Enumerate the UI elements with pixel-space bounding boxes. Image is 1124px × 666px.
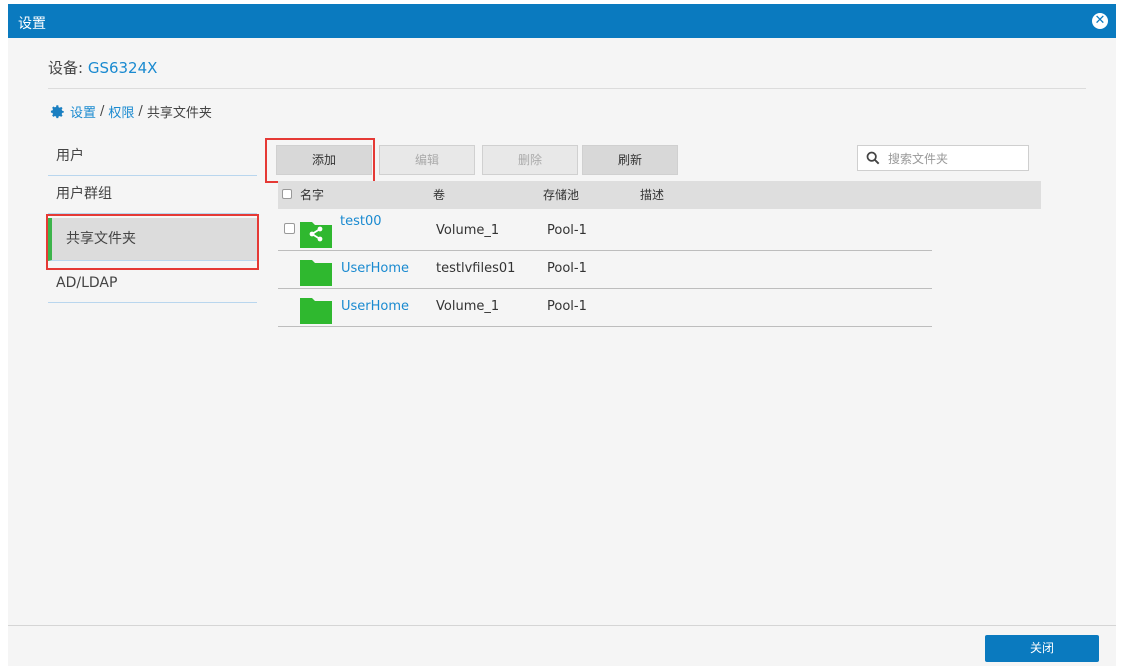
sidebar-item-user-groups[interactable]: 用户群组 <box>48 176 257 214</box>
breadcrumb-separator: / <box>138 104 143 119</box>
breadcrumb-permissions[interactable]: 权限 <box>108 102 134 121</box>
folder-name[interactable]: UserHome <box>341 250 409 288</box>
sidebar-item-shared-folders[interactable]: 共享文件夹 <box>48 218 257 261</box>
divider <box>48 88 1086 89</box>
folder-name[interactable]: test00 <box>340 203 382 241</box>
table-header: 名字 卷 存储池 描述 <box>278 181 1041 209</box>
table-row[interactable]: UserHome testlvfiles01 Pool-1 <box>278 250 932 289</box>
search-box <box>857 145 1029 171</box>
breadcrumb-settings[interactable]: 设置 <box>70 102 96 121</box>
window-title: 设置 <box>18 16 46 32</box>
edit-button[interactable]: 编辑 <box>379 145 475 175</box>
settings-dialog: 设置 ✕ 设备: GS6324X 设置 / 权限 / 共享文件夹 用户 用户群组… <box>8 4 1116 666</box>
folder-volume: Volume_1 <box>436 299 500 314</box>
close-button[interactable]: 关闭 <box>985 635 1099 662</box>
folder-pool: Pool-1 <box>547 223 587 238</box>
folder-name[interactable]: UserHome <box>341 288 409 326</box>
folder-pool: Pool-1 <box>547 261 587 276</box>
sidebar-item-ad-ldap[interactable]: AD/LDAP <box>48 265 257 303</box>
column-name[interactable]: 名字 <box>300 181 324 209</box>
title-bar: 设置 ✕ <box>8 4 1116 38</box>
folder-volume: Volume_1 <box>436 223 500 238</box>
refresh-button[interactable]: 刷新 <box>582 145 678 175</box>
shared-folder-icon <box>300 222 332 248</box>
footer-divider <box>8 625 1116 626</box>
gear-icon <box>50 104 64 118</box>
device-label: 设备: <box>48 59 88 77</box>
device-info: 设备: GS6324X <box>48 57 157 78</box>
folder-volume: testlvfiles01 <box>436 261 516 276</box>
folder-pool: Pool-1 <box>547 299 587 314</box>
folder-icon <box>300 298 332 324</box>
close-icon[interactable]: ✕ <box>1092 13 1108 29</box>
breadcrumb: 设置 / 权限 / 共享文件夹 <box>48 102 212 121</box>
breadcrumb-current: 共享文件夹 <box>146 106 212 121</box>
row-checkbox[interactable] <box>284 212 295 250</box>
table-row[interactable]: UserHome Volume_1 Pool-1 <box>278 288 932 327</box>
table-row[interactable]: test00 Volume_1 Pool-1 <box>278 212 932 251</box>
breadcrumb-separator: / <box>100 104 105 119</box>
column-volume[interactable]: 卷 <box>433 181 445 209</box>
delete-button[interactable]: 删除 <box>482 145 578 175</box>
column-pool[interactable]: 存储池 <box>543 181 579 209</box>
sidebar: 用户 用户群组 共享文件夹 AD/LDAP <box>48 138 257 303</box>
sidebar-item-users[interactable]: 用户 <box>48 138 257 176</box>
add-button[interactable]: 添加 <box>276 145 372 175</box>
search-input[interactable] <box>886 149 1028 169</box>
column-description[interactable]: 描述 <box>640 181 664 209</box>
select-all-checkbox[interactable] <box>282 181 292 209</box>
folder-icon <box>300 260 332 286</box>
search-icon <box>866 151 880 165</box>
device-name: GS6324X <box>87 59 158 77</box>
